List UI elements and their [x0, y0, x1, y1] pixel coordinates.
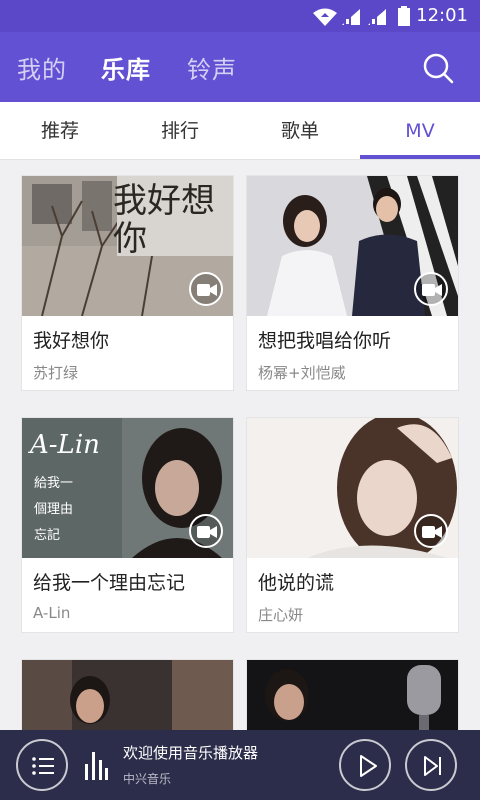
mv-title: 他说的谎	[258, 572, 335, 594]
battery-icon	[398, 6, 410, 26]
now-playing-title[interactable]: 欢迎使用音乐播放器	[123, 742, 258, 763]
mv-card[interactable]: 我好想你 我好想你 苏打绿	[21, 175, 234, 391]
tab-library[interactable]: 乐库	[101, 50, 151, 85]
playlist-button[interactable]	[16, 739, 68, 791]
subtab-recommend[interactable]: 推荐	[0, 102, 120, 160]
mv-thumbnail	[247, 418, 458, 558]
mv-title: 想把我唱给你听	[258, 330, 392, 352]
subtab-mv[interactable]: MV	[360, 102, 480, 160]
clock: 12:01	[416, 5, 468, 26]
video-icon[interactable]	[414, 272, 448, 306]
mv-card[interactable]: 他说的谎 庄心妍	[246, 417, 459, 633]
video-icon[interactable]	[189, 514, 223, 548]
mv-artist: A-Lin	[33, 604, 71, 622]
mv-thumbnail: 我好想你	[22, 176, 233, 316]
mv-thumbnail	[22, 660, 233, 730]
signal-sim2-icon	[368, 9, 386, 25]
mv-card[interactable]: A-Lin 給我一 個理由 忘記 给我一个理由忘记 A-Lin	[21, 417, 234, 633]
top-nav: 我的 乐库 铃声	[0, 32, 480, 102]
subtab-playlists[interactable]: 歌单	[240, 102, 360, 160]
equalizer-icon	[85, 752, 108, 780]
mv-artist: 杨幂+刘恺威	[258, 364, 346, 382]
mv-overlay-line: 忘記	[34, 528, 61, 543]
video-icon[interactable]	[189, 272, 223, 306]
mv-overlay-line: 個理由	[34, 502, 74, 517]
video-icon[interactable]	[414, 514, 448, 548]
wifi-icon	[313, 8, 337, 26]
mv-overlay-text: A-Lin	[30, 430, 100, 460]
tab-ringtones[interactable]: 铃声	[187, 50, 237, 85]
mv-thumbnail	[247, 176, 458, 316]
sub-tabs: 推荐 排行 歌单 MV	[0, 102, 480, 160]
mv-artist: 庄心妍	[258, 606, 304, 624]
mv-card[interactable]	[21, 659, 234, 730]
play-icon	[360, 755, 377, 777]
mv-card[interactable]	[246, 659, 459, 730]
active-tab-indicator	[360, 155, 480, 159]
status-bar: 12:01	[0, 0, 480, 32]
mv-grid: 我好想你 我好想你 苏打绿 想把我唱给你听 杨幂+刘恺威 A-Lin 給我一 個…	[0, 160, 480, 730]
mv-overlay-line: 給我一	[34, 476, 74, 491]
mini-player: 欢迎使用音乐播放器 中兴音乐	[0, 730, 480, 800]
mv-title: 给我一个理由忘记	[33, 572, 186, 594]
now-playing-subtitle: 中兴音乐	[123, 772, 172, 786]
mv-thumbnail: A-Lin 給我一 個理由 忘記	[22, 418, 233, 558]
play-button[interactable]	[339, 739, 391, 791]
mv-card[interactable]: 想把我唱给你听 杨幂+刘恺威	[246, 175, 459, 391]
search-icon[interactable]	[422, 52, 454, 84]
mv-thumbnail	[247, 660, 458, 730]
next-button[interactable]	[405, 739, 457, 791]
next-icon	[424, 756, 441, 776]
mv-artist: 苏打绿	[33, 364, 79, 382]
playlist-icon	[32, 757, 54, 775]
mv-title: 我好想你	[33, 330, 110, 352]
tab-mine[interactable]: 我的	[17, 50, 67, 85]
subtab-charts[interactable]: 排行	[120, 102, 240, 160]
signal-sim1-icon	[342, 9, 360, 25]
mv-overlay-text: 我好想你	[113, 181, 215, 259]
